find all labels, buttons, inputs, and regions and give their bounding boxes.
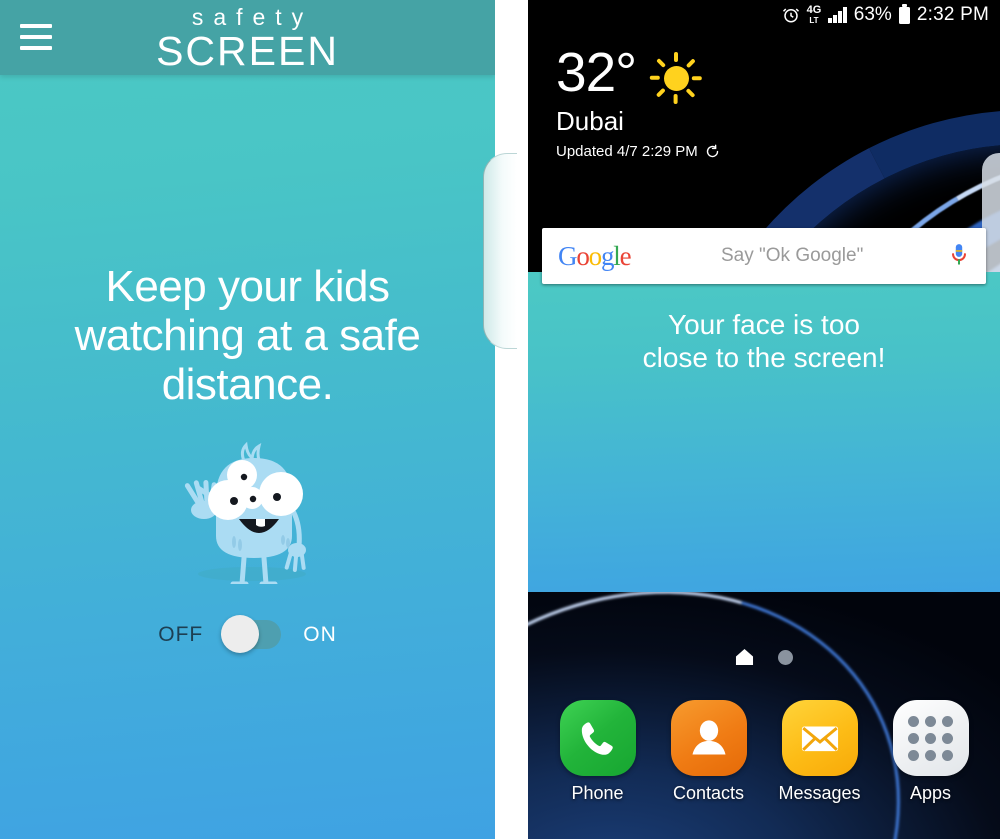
toggle-label-on: ON: [303, 622, 337, 646]
search-placeholder[interactable]: Say "Ok Google": [630, 245, 940, 267]
status-clock: 2:32 PM: [916, 4, 989, 25]
app-header-bar: safety SCREEN: [0, 0, 495, 75]
page-dot-icon[interactable]: [778, 649, 793, 665]
safety-toggle-switch[interactable]: [221, 615, 282, 653]
toggle-knob[interactable]: [221, 615, 260, 653]
signal-bars-icon: [828, 7, 847, 23]
dock-label-messages: Messages: [778, 783, 861, 803]
safety-screen-app: safety SCREEN Keep your kids watching at…: [0, 0, 495, 839]
weather-updated-label: Updated 4/7 2:29 PM: [556, 143, 698, 160]
weather-temp-row: 32°: [556, 44, 720, 104]
toggle-label-off: OFF: [158, 622, 204, 646]
phone-home-screen: 4G LT 63% 2:32 PM 32° Dubai Updated 4/7 …: [528, 0, 1000, 839]
dock-item-contacts[interactable]: Contacts: [661, 700, 757, 804]
apps-grid-icon[interactable]: [892, 700, 969, 776]
phone-left-edge-curve: [483, 153, 517, 349]
microphone-icon[interactable]: [948, 241, 970, 271]
dock-label-apps: Apps: [909, 783, 952, 803]
battery-icon: [898, 3, 910, 24]
screenshot-stage: safety SCREEN Keep your kids watching at…: [0, 0, 1000, 839]
google-logo: Google: [558, 240, 632, 271]
warning-message: Your face is too close to the screen!: [528, 308, 1000, 374]
weather-updated-row: Updated 4/7 2:29 PM: [556, 143, 720, 160]
sun-icon: [650, 52, 703, 104]
dock-item-apps[interactable]: Apps: [883, 700, 979, 804]
monster-waving-icon: [176, 424, 326, 587]
envelope-icon[interactable]: [781, 700, 858, 776]
warning-line-2: close to the screen!: [642, 342, 886, 373]
weather-widget[interactable]: 32° Dubai Updated 4/7 2:29 PM: [556, 44, 720, 160]
battery-percent-label: 63%: [853, 4, 892, 25]
app-dock: Phone Contacts Messages Apps: [528, 700, 1000, 804]
brand-line-safety: safety: [191, 4, 314, 30]
dock-item-phone[interactable]: Phone: [550, 700, 646, 804]
page-indicator: [528, 648, 1000, 666]
dock-item-messages[interactable]: Messages: [772, 700, 868, 804]
status-bar: 4G LT 63% 2:32 PM: [528, 0, 1000, 30]
contact-person-icon[interactable]: [670, 700, 747, 776]
safety-warning-overlay: Your face is too close to the screen!: [528, 272, 1000, 592]
brand-line-screen: SCREEN: [156, 28, 339, 74]
weather-city: Dubai: [556, 106, 624, 136]
refresh-icon[interactable]: [705, 144, 720, 159]
google-search-bar[interactable]: Google Say "Ok Google": [542, 228, 986, 284]
phone-handset-icon[interactable]: [559, 700, 636, 776]
dock-label-phone: Phone: [571, 783, 624, 803]
weather-temperature: 32°: [556, 41, 637, 103]
dock-label-contacts: Contacts: [672, 783, 745, 803]
network-type-indicator: 4G LT: [806, 3, 822, 25]
safety-toggle-row[interactable]: OFF ON: [0, 615, 495, 653]
app-brand: safety SCREEN: [0, 4, 495, 72]
home-icon[interactable]: [735, 648, 754, 666]
warning-line-1: Your face is too: [668, 309, 860, 340]
phone-bezel-gap: [495, 0, 528, 839]
alarm-clock-icon: [782, 6, 800, 24]
app-headline: Keep your kids watching at a safe distan…: [74, 262, 421, 409]
